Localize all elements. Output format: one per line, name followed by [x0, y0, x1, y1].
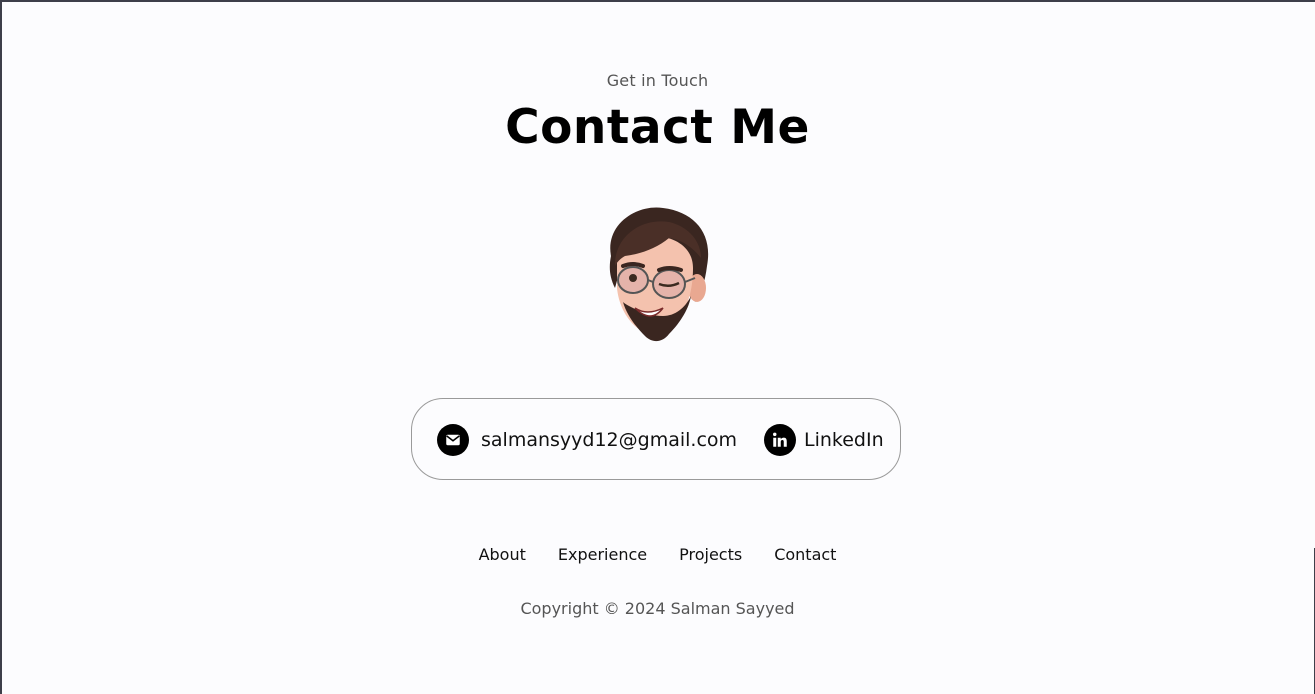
email-icon: [437, 424, 469, 456]
section-subtitle: Get in Touch: [606, 71, 709, 90]
linkedin-link[interactable]: LinkedIn: [764, 424, 884, 456]
footer-link-about[interactable]: About: [479, 545, 526, 564]
memoji-avatar: [609, 207, 709, 342]
footer-nav: About Experience Projects Contact: [0, 545, 1315, 564]
copyright-text: Copyright © 2024 Salman Sayyed: [520, 599, 795, 618]
email-link[interactable]: salmansyyd12@gmail.com: [437, 424, 737, 456]
footer-link-contact[interactable]: Contact: [774, 545, 836, 564]
contact-card: salmansyyd12@gmail.com LinkedIn: [411, 398, 901, 480]
linkedin-label[interactable]: LinkedIn: [804, 429, 884, 451]
email-label[interactable]: salmansyyd12@gmail.com: [481, 429, 737, 451]
page-title: Contact Me: [505, 100, 810, 155]
linkedin-icon: [764, 424, 796, 456]
footer-link-experience[interactable]: Experience: [558, 545, 647, 564]
footer-link-projects[interactable]: Projects: [679, 545, 742, 564]
